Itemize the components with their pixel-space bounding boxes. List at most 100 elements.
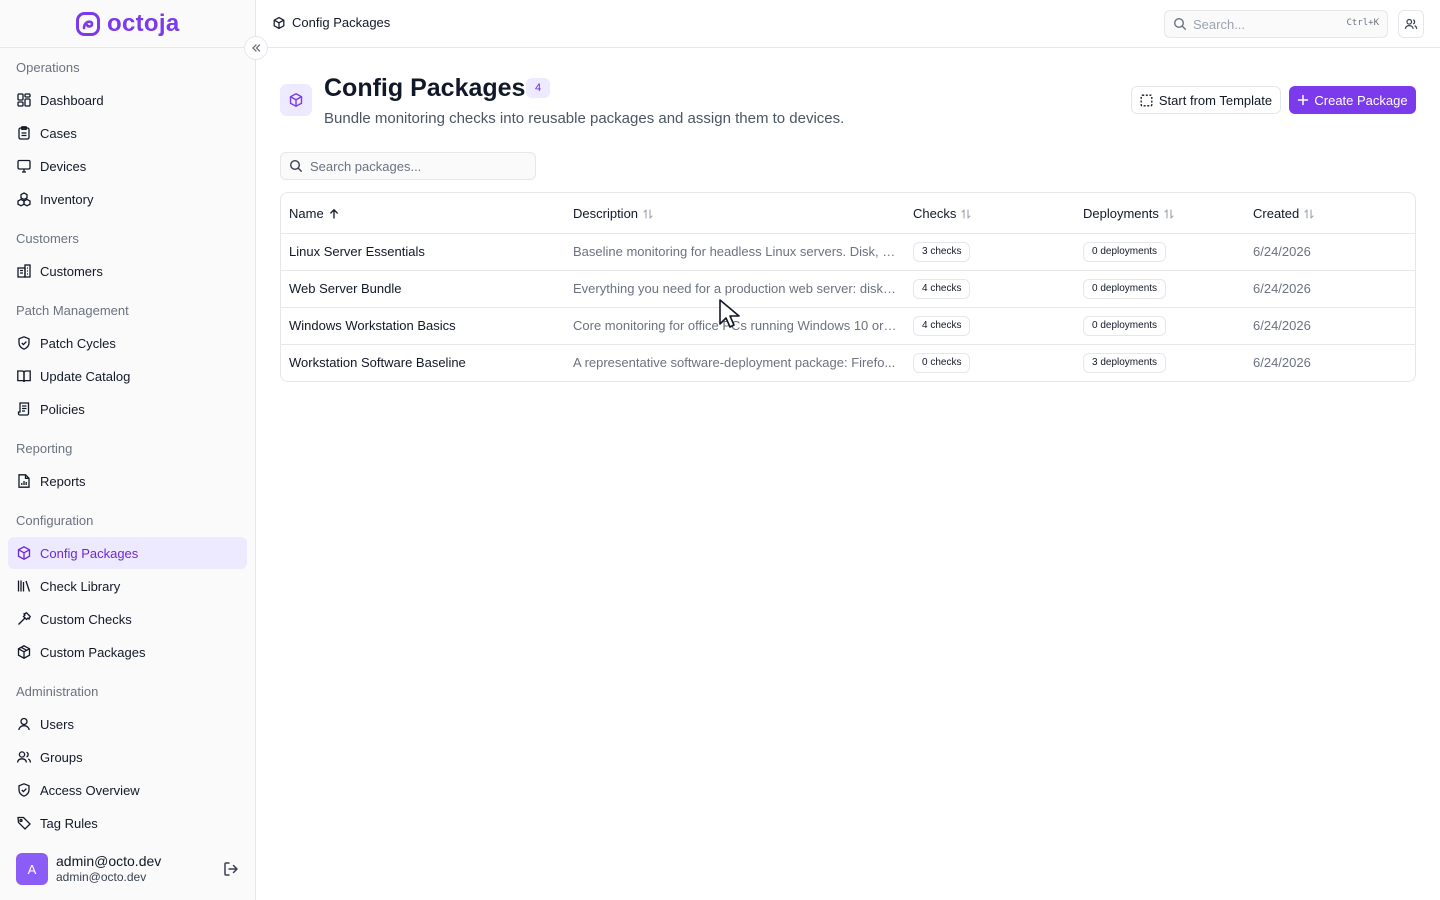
sidebar-item-label: Custom Packages	[40, 644, 146, 660]
sidebar-item-label: Access Overview	[40, 782, 140, 798]
column-header-deployments[interactable]: Deployments	[1083, 206, 1175, 221]
start-from-template-button[interactable]: Start from Template	[1131, 86, 1281, 114]
sidebar-item-cases[interactable]: Cases	[8, 117, 247, 149]
template-icon	[1140, 94, 1153, 106]
sidebar-item-patch-cycles[interactable]: Patch Cycles	[8, 327, 247, 359]
package-name: Linux Server Essentials	[289, 244, 425, 259]
sidebar-item-custom-checks[interactable]: Custom Checks	[8, 603, 247, 635]
package-description: A representative software-deployment pac…	[573, 355, 896, 370]
sidebar-item-groups[interactable]: Groups	[8, 741, 247, 773]
deployments-badge: 3 deployments	[1083, 353, 1167, 373]
package-name: Windows Workstation Basics	[289, 318, 456, 333]
column-header-label: Description	[573, 206, 639, 221]
package-icon	[289, 93, 303, 107]
nav-section-customers: Customers	[16, 231, 79, 246]
sidebar-item-label: Update Catalog	[40, 368, 131, 384]
search-icon	[289, 159, 302, 172]
sidebar-item-update-catalog[interactable]: Update Catalog	[8, 360, 247, 392]
package-description: Baseline monitoring for headless Linux s…	[573, 244, 897, 259]
logo-text: octoja	[107, 10, 180, 37]
package-name: Web Server Bundle	[289, 281, 402, 296]
sidebar-item-tag-rules[interactable]: Tag Rules	[8, 807, 247, 839]
sidebar-item-label: Devices	[40, 158, 87, 174]
sidebar-item-custom-packages[interactable]: Custom Packages	[8, 636, 247, 668]
sidebar-item-dashboard[interactable]: Dashboard	[8, 84, 247, 116]
column-header-name[interactable]: Name	[289, 206, 340, 221]
column-header-checks[interactable]: Checks	[913, 206, 972, 221]
plus-icon	[1298, 94, 1309, 106]
package-name: Workstation Software Baseline	[289, 355, 466, 370]
hammer-icon	[18, 612, 31, 625]
created-date: 6/24/2026	[1253, 355, 1311, 370]
package-search-input[interactable]: Search packages...	[280, 152, 536, 180]
mouse-cursor-icon	[719, 299, 740, 328]
octoja-logo-icon	[76, 12, 100, 36]
shield-check-icon	[18, 336, 30, 350]
sidebar-item-check-library[interactable]: Check Library	[8, 570, 247, 602]
create-package-button[interactable]: Create Package	[1289, 86, 1416, 114]
sidebar-item-customers[interactable]: Customers	[8, 255, 247, 287]
checks-badge: 4 checks	[913, 279, 971, 299]
book-open-icon	[17, 370, 31, 383]
user-menu-button[interactable]	[1398, 10, 1424, 38]
sidebar-item-label: Policies	[40, 401, 85, 417]
sidebar-item-devices[interactable]: Devices	[8, 150, 247, 182]
sidebar: octoja Operations Dashboard Cases Device…	[0, 0, 256, 900]
table-row[interactable]: Workstation Software Baseline A represen…	[281, 345, 1415, 381]
sidebar-item-users[interactable]: Users	[8, 708, 247, 740]
create-package-label: Create Package	[1314, 92, 1408, 108]
sidebar-item-label: Groups	[40, 749, 83, 765]
created-date: 6/24/2026	[1253, 244, 1311, 259]
sidebar-item-config-packages[interactable]: Config Packages	[8, 537, 247, 569]
packages-icon	[17, 645, 31, 659]
sidebar-item-policies[interactable]: Policies	[8, 393, 247, 425]
global-search-placeholder: Search...	[1193, 16, 1246, 32]
checks-badge: 4 checks	[913, 316, 971, 336]
users-icon	[16, 751, 32, 763]
sidebar-item-label: Cases	[40, 125, 77, 141]
chevrons-left-icon	[252, 44, 261, 52]
arrow-up-icon	[329, 208, 338, 219]
collapse-sidebar-button[interactable]	[244, 36, 268, 60]
package-count-badge: 4	[526, 78, 550, 98]
user-profile[interactable]: A admin@octo.dev admin@octo.dev	[16, 852, 246, 886]
monitor-icon	[17, 159, 31, 173]
global-search-input[interactable]: Search... Ctrl+K	[1164, 10, 1388, 38]
logout-icon[interactable]	[222, 860, 240, 878]
sort-icon	[1304, 208, 1314, 219]
sidebar-item-label: Custom Checks	[40, 611, 132, 627]
boxes-icon	[17, 192, 31, 207]
page-header-icon	[280, 84, 312, 116]
column-header-description[interactable]: Description	[573, 206, 654, 221]
column-header-label: Checks	[913, 206, 957, 221]
clipboard-icon	[18, 126, 30, 140]
breadcrumb-label: Config Packages	[292, 15, 391, 30]
search-icon	[1173, 17, 1186, 30]
octoja-logo[interactable]: octoja	[76, 10, 179, 38]
column-header-label: Deployments	[1083, 206, 1159, 221]
column-header-created[interactable]: Created	[1253, 206, 1315, 221]
sidebar-item-reports[interactable]: Reports	[8, 465, 247, 497]
file-chart-icon	[18, 474, 30, 488]
nav-section-reporting: Reporting	[16, 441, 73, 456]
logo-divider	[0, 47, 256, 48]
library-icon	[17, 580, 31, 592]
created-date: 6/24/2026	[1253, 318, 1311, 333]
sidebar-item-label: Users	[40, 716, 74, 732]
sidebar-item-access-overview[interactable]: Access Overview	[8, 774, 247, 806]
sidebar-item-label: Config Packages	[40, 545, 139, 561]
table-row[interactable]: Windows Workstation Basics Core monitori…	[281, 308, 1415, 345]
package-icon	[273, 16, 285, 29]
sidebar-item-inventory[interactable]: Inventory	[8, 183, 247, 215]
shield-check-icon	[18, 783, 30, 797]
packages-table: Name Description Checks Deployments Crea…	[280, 192, 1416, 382]
table-row[interactable]: Web Server Bundle Everything you need fo…	[281, 271, 1415, 308]
package-description: Everything you need for a production web…	[573, 281, 897, 296]
page-subtitle: Bundle monitoring checks into reusable p…	[324, 110, 845, 127]
sort-icon	[643, 208, 653, 219]
avatar: A	[16, 853, 48, 885]
sidebar-item-label: Check Library	[40, 578, 121, 594]
column-header-label: Name	[289, 206, 324, 221]
table-row[interactable]: Linux Server Essentials Baseline monitor…	[281, 234, 1415, 271]
sidebar-item-label: Tag Rules	[40, 815, 98, 831]
